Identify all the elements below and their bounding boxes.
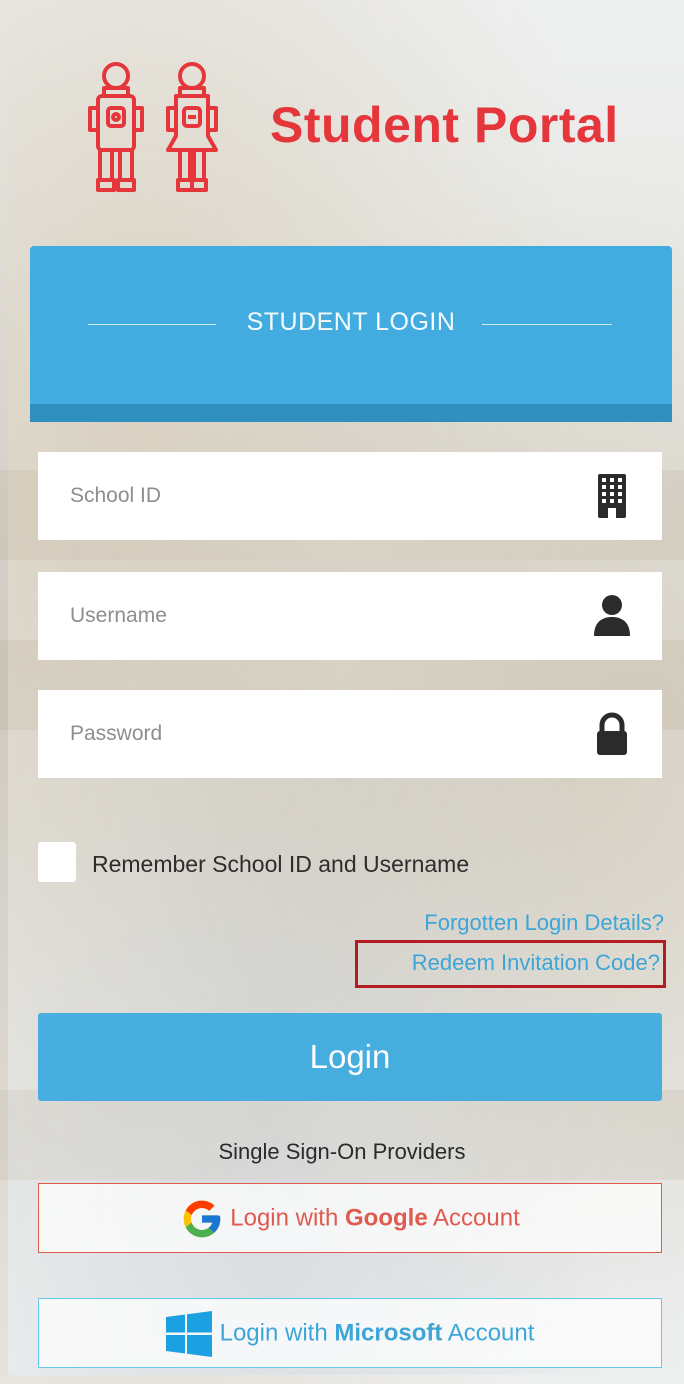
- banner-stripe: [30, 404, 672, 422]
- banner-title: STUDENT LOGIN: [246, 308, 456, 336]
- user-icon: [592, 594, 632, 638]
- google-login-text: Login with Google Account: [230, 1204, 520, 1232]
- login-button[interactable]: Login: [38, 1013, 662, 1101]
- login-banner: STUDENT LOGIN: [30, 246, 672, 422]
- lock-icon: [592, 712, 632, 756]
- windows-icon: [165, 1310, 212, 1357]
- forgotten-login-link[interactable]: Forgotten Login Details?: [424, 910, 664, 936]
- header: Student Portal: [30, 0, 680, 220]
- microsoft-login-text: Login with Microsoft Account: [219, 1319, 535, 1347]
- google-icon: [180, 1197, 224, 1241]
- sso-label: Single Sign-On Providers: [218, 1139, 466, 1164]
- microsoft-login-button[interactable]: Login with Microsoft Account: [38, 1298, 662, 1368]
- page-title: Student Portal: [270, 97, 619, 153]
- password-field[interactable]: [38, 690, 662, 778]
- password-input[interactable]: [38, 690, 590, 778]
- school-id-input[interactable]: [38, 452, 590, 540]
- remember-checkbox[interactable]: [38, 842, 76, 882]
- student-figures-icon: [80, 62, 240, 194]
- background-shelf: [0, 1090, 684, 1180]
- remember-label[interactable]: Remember School ID and Username: [92, 851, 469, 878]
- school-id-field[interactable]: [38, 452, 662, 540]
- building-icon: [592, 474, 632, 518]
- username-field[interactable]: [38, 572, 662, 660]
- google-login-button[interactable]: Login with Google Account: [38, 1183, 662, 1253]
- banner-divider: [482, 324, 612, 325]
- username-input[interactable]: [38, 572, 590, 660]
- redeem-invitation-link[interactable]: Redeem Invitation Code?: [412, 950, 660, 976]
